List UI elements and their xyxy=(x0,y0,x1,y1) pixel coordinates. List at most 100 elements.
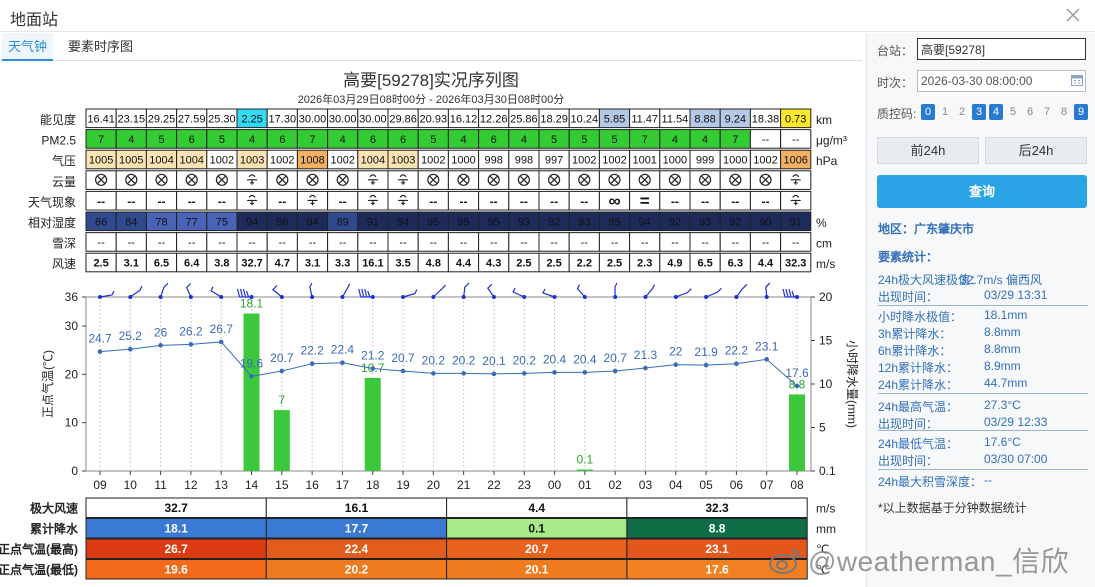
table-cell-value: 86 xyxy=(95,217,107,229)
close-icon[interactable] xyxy=(1065,7,1081,23)
stat-label: 出现时间： xyxy=(878,417,939,431)
table-cell-value: 3.1 xyxy=(124,258,139,270)
table-cell-value: 84 xyxy=(125,217,137,229)
table-cell-value: 4.3 xyxy=(486,258,501,270)
y2-axis-title: 小时降水量(mm) xyxy=(845,340,859,428)
table-cell-value: 6 xyxy=(279,134,285,146)
chart-subtitle: 2026年03月29日08时00分 - 2026年03月30日08时00分 xyxy=(297,94,565,106)
wind-barb-icon xyxy=(358,288,375,299)
table-cell-value: 5 xyxy=(219,134,225,146)
table-cell-value: 1002 xyxy=(572,155,596,167)
wind-barb-icon xyxy=(309,282,315,299)
wind-barb-shaft xyxy=(309,282,313,298)
wind-barb-shaft xyxy=(614,282,618,298)
weather-none: -- xyxy=(188,194,196,208)
qc-code-5[interactable]: 5 xyxy=(1006,104,1020,120)
table-cell-value: 2.5 xyxy=(546,258,561,270)
table-cell-value: 8.88 xyxy=(694,114,715,126)
y-tick-label: 36 xyxy=(65,290,79,304)
temperature-label: 26 xyxy=(154,325,168,339)
table-cell-value: 4.8 xyxy=(426,258,441,270)
wind-barb-icon xyxy=(236,288,254,299)
temperature-point xyxy=(431,371,436,376)
time-input[interactable] xyxy=(917,70,1086,92)
table-cell-value: 1002 xyxy=(270,155,294,167)
table-cell-value: 94 xyxy=(397,217,409,229)
row-label: 相对湿度 xyxy=(28,215,76,230)
temperature-label: 20.2 xyxy=(513,353,537,367)
temperature-point xyxy=(97,349,103,354)
wind-barb-shaft xyxy=(645,284,656,298)
qc-code-9[interactable]: 9 xyxy=(1074,104,1088,120)
temperature-point xyxy=(461,371,466,376)
summary-unit: mm xyxy=(816,522,836,536)
stat-label: 12h累计降水： xyxy=(878,361,959,375)
qc-code-3[interactable]: 3 xyxy=(972,104,986,120)
qc-code-1[interactable]: 1 xyxy=(938,104,952,120)
stat-value: -- xyxy=(984,473,992,487)
temperature-point xyxy=(491,371,497,377)
weather-none: -- xyxy=(97,194,105,208)
qc-code-4[interactable]: 4 xyxy=(989,104,1003,120)
prev-24h-button[interactable]: 前24h xyxy=(877,137,979,164)
summary-value: 19.6 xyxy=(164,563,188,577)
table-cell-value: 92 xyxy=(548,217,560,229)
temperature-point xyxy=(643,365,648,371)
tab-element-series[interactable]: 要素时序图 xyxy=(62,33,139,61)
stat-value: 8.9mm xyxy=(984,359,1021,373)
summary-label: 正点气温(最高) xyxy=(0,542,78,557)
row-unit: cm xyxy=(816,237,832,251)
temperature-label: 20.1 xyxy=(482,354,506,368)
table-cell-value: 6.5 xyxy=(697,258,712,270)
table-cell-value: 4 xyxy=(521,134,527,146)
stat-item: 24h极大风速极值： 32.7m/s 偏西风 xyxy=(878,271,1088,287)
table-cell-value: 30.00 xyxy=(329,114,357,126)
watermark-text: @weatherman_信欣 xyxy=(808,546,1070,577)
summary-label: 极大风速 xyxy=(30,501,78,516)
qc-code-2[interactable]: 2 xyxy=(955,104,969,120)
table-cell-value: 27.59 xyxy=(178,114,206,126)
rain-bar xyxy=(789,394,805,471)
table-cell-value: -- xyxy=(762,134,770,146)
wind-barb-shaft xyxy=(675,288,692,298)
stat-item: 6h累计降水： 8.8mm xyxy=(878,342,1088,358)
table-cell-value: 17.30 xyxy=(269,114,297,126)
calendar-icon[interactable] xyxy=(1071,74,1083,86)
qc-code-6[interactable]: 6 xyxy=(1023,104,1037,120)
table-row-snow-depth: 雪深 cm -- -- -- -- -- -- -- -- -- -- -- -- -- -- -- -- -- --… xyxy=(52,232,832,252)
next-24h-button[interactable]: 后24h xyxy=(985,137,1087,164)
stat-label: 出现时间： xyxy=(878,454,939,468)
temperature-label: 19.6 xyxy=(240,356,264,370)
wind-barb-shaft xyxy=(432,284,446,298)
weather-none: -- xyxy=(671,194,679,208)
y-tick-label: 10 xyxy=(65,416,79,430)
temperature-label: 23.1 xyxy=(755,339,779,353)
wind-barb-shaft xyxy=(129,285,143,298)
query-button[interactable]: 查询 xyxy=(877,175,1087,208)
summary-label: 累计降水 xyxy=(30,521,79,536)
temperature-point xyxy=(521,371,527,376)
rain-bar xyxy=(273,410,290,471)
table-cell-value: 1001 xyxy=(632,155,656,167)
stat-label: 6h累计降水： xyxy=(878,344,952,358)
temperature-label: 20.7 xyxy=(270,351,294,365)
qc-code-8[interactable]: 8 xyxy=(1057,104,1071,120)
qc-code-7[interactable]: 7 xyxy=(1040,104,1054,120)
x-tick-label: 04 xyxy=(669,478,683,492)
summary-row: 正点气温(最高) ℃26.7 22.4 20.7 23.1 xyxy=(0,538,829,559)
wind-barb-shaft xyxy=(402,289,418,298)
y2-tick-label: 0.1 xyxy=(819,464,836,478)
x-tick-label: 17 xyxy=(336,478,350,492)
station-input[interactable] xyxy=(917,38,1086,60)
table-cell-value: 20.93 xyxy=(420,114,448,126)
tab-weather-clock[interactable]: 天气钟 xyxy=(2,33,54,61)
row-label: 雪深 xyxy=(52,237,76,251)
temperature-label: 21.9 xyxy=(694,345,718,359)
stat-label: 24h最低气温： xyxy=(878,437,959,451)
weather-none: -- xyxy=(762,194,770,208)
row-label: PM2.5 xyxy=(41,134,76,148)
temperature-point xyxy=(249,373,254,379)
qc-code-0[interactable]: 0 xyxy=(921,104,935,120)
table-cell-value: 96 xyxy=(276,217,288,229)
table-cell-value: -- xyxy=(97,237,105,249)
